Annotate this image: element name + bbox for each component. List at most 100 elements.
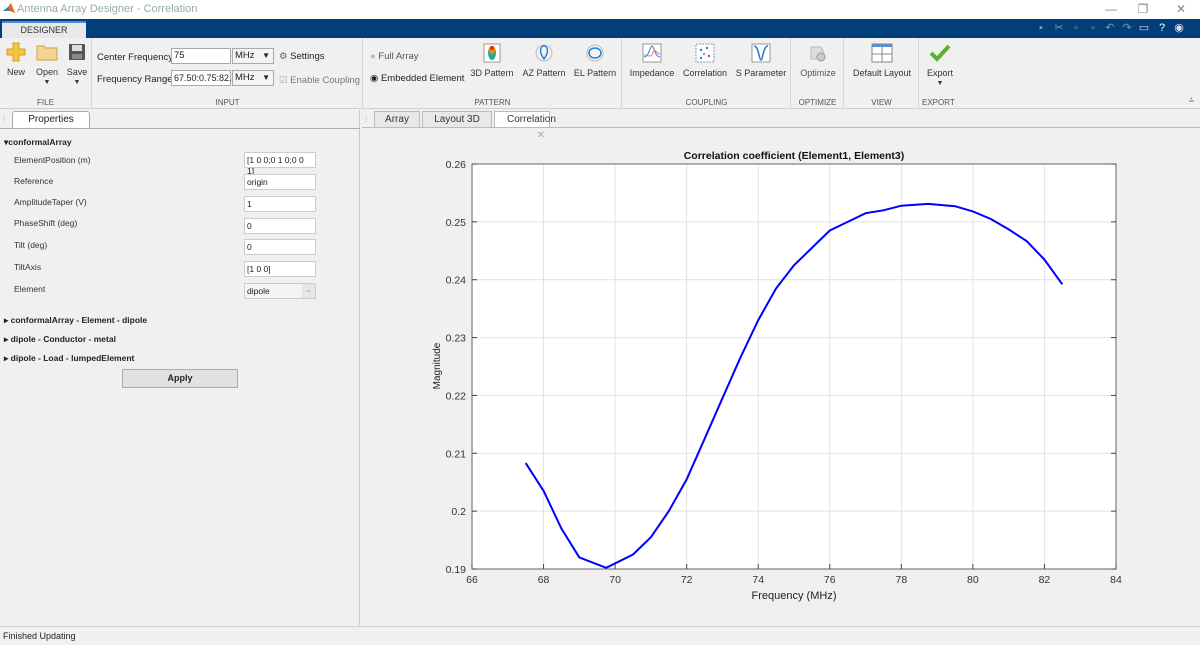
correlation-icon <box>694 42 716 64</box>
drag-handle-icon[interactable]: ⁞ <box>365 114 368 124</box>
optimize-button[interactable]: Optimize <box>795 42 841 78</box>
amplitude-taper-input[interactable]: 1 <box>244 196 316 212</box>
correlation-button[interactable]: Correlation <box>680 42 730 78</box>
checkbox-icon: ☑ <box>279 75 288 86</box>
cut-icon[interactable]: ✂ <box>1052 21 1066 35</box>
prop-label-phase-shift: PhaseShift (deg) <box>14 218 78 228</box>
y-axis-label: Magnitude <box>432 342 443 389</box>
tab-properties[interactable]: Properties <box>12 111 90 128</box>
group-conductor-metal[interactable]: ▸ dipole - Conductor - metal <box>4 334 116 345</box>
close-button[interactable]: ✕ <box>1166 1 1196 18</box>
new-button[interactable]: New <box>4 41 28 77</box>
tab-layout-3d[interactable]: Layout 3D <box>422 111 492 128</box>
window-title: Antenna Array Designer - Correlation <box>17 3 198 15</box>
s-parameter-button[interactable]: S Parameter <box>733 42 789 78</box>
impedance-button[interactable]: Impedance <box>626 42 678 78</box>
y-tick-label: 0.25 <box>446 217 467 229</box>
center-frequency-label: Center Frequency <box>97 52 174 63</box>
radio-full-array[interactable]: ● Full Array <box>370 51 419 62</box>
optimize-section: Optimize OPTIMIZE <box>792 38 844 109</box>
collapse-ribbon-icon[interactable]: ⩮ <box>1189 95 1194 106</box>
open-folder-icon <box>36 41 58 63</box>
tab-array[interactable]: Array <box>374 111 420 128</box>
undo-icon[interactable]: ↶ <box>1103 21 1117 35</box>
settings-button[interactable]: ⚙ Settings <box>279 51 325 62</box>
x-tick-label: 72 <box>681 574 693 586</box>
enable-coupling-checkbox[interactable]: ☑ Enable Coupling <box>279 75 360 86</box>
default-layout-button[interactable]: Default Layout <box>848 42 916 78</box>
prop-label-element: Element <box>14 284 46 294</box>
s-parameter-icon <box>750 42 772 64</box>
options-icon[interactable]: ◉ <box>1172 21 1186 35</box>
status-bar: Finished Updating <box>0 626 1200 645</box>
chevron-down-icon: ⌄ <box>302 284 315 298</box>
center-frequency-unit-select[interactable]: MHz ▼ <box>232 48 274 64</box>
x-axis-label: Frequency (MHz) <box>752 590 837 602</box>
radio-selected-icon: ◉ <box>370 73 379 84</box>
tilt-axis-input[interactable]: [1 0 0] <box>244 261 316 277</box>
help-icon[interactable]: ? <box>1155 21 1169 35</box>
element-select[interactable]: dipole ⌄ <box>244 283 316 299</box>
section-label-optimize: OPTIMIZE <box>798 98 837 107</box>
properties-panel: ⁞ Properties ▾conformalArray ElementPosi… <box>0 110 360 625</box>
tab-designer[interactable]: DESIGNER <box>2 21 86 38</box>
impedance-icon <box>641 42 663 64</box>
minimize-button[interactable]: — <box>1096 1 1126 18</box>
save-button[interactable]: Save ▼ <box>64 41 90 86</box>
layout-icon[interactable]: ▭ <box>1137 21 1151 35</box>
section-label-file: FILE <box>37 98 54 107</box>
open-button[interactable]: Open ▼ <box>33 41 61 86</box>
el-pattern-button[interactable]: EL Pattern <box>571 42 619 78</box>
x-tick-label: 74 <box>752 574 764 586</box>
element-position-input[interactable]: [1 0 0;0 1 0;0 0 1] <box>244 152 316 176</box>
drag-handle-icon[interactable]: ⁞ <box>3 114 6 124</box>
section-label-input: INPUT <box>215 98 240 107</box>
group-conformal-array[interactable]: ▾conformalArray <box>4 137 72 148</box>
reference-input[interactable]: origin <box>244 174 316 190</box>
y-tick-label: 0.24 <box>446 275 467 287</box>
x-tick-label: 84 <box>1110 574 1122 586</box>
group-element-dipole[interactable]: ▸ conformalArray - Element - dipole <box>4 315 147 326</box>
x-tick-label: 78 <box>895 574 907 586</box>
chart-title: Correlation coefficient (Element1, Eleme… <box>684 150 905 162</box>
y-tick-label: 0.2 <box>451 506 466 518</box>
x-tick-label: 80 <box>967 574 979 586</box>
redo-icon[interactable]: ↷ <box>1120 21 1134 35</box>
frequency-range-label: Frequency Range <box>97 74 173 85</box>
prop-label-tilt: Tilt (deg) <box>14 240 48 250</box>
ribbon: New Open ▼ Save ▼ FILE Center Frequency … <box>0 38 1200 109</box>
tilt-input[interactable]: 0 <box>244 239 316 255</box>
correlation-chart: 66 68 70 72 74 76 78 80 82 84 0.19 0.2 0.21 0.22 0.23 0… <box>432 150 1122 602</box>
phase-shift-input[interactable]: 0 <box>244 218 316 234</box>
tab-correlation[interactable]: Correlation ✕ <box>494 111 556 141</box>
paste-icon[interactable]: ▫ <box>1086 21 1100 35</box>
apply-button[interactable]: Apply <box>122 369 238 388</box>
export-button[interactable]: Export ▼ <box>922 42 958 87</box>
toolstrip-tabbar: DESIGNER ▪ ✂ ▫ ▫ ↶ ↷ ▭ ? ◉ <box>0 19 1200 38</box>
az-pattern-button[interactable]: AZ Pattern <box>519 42 569 78</box>
collapsed-triangle-icon: ▸ <box>4 353 11 363</box>
az-pattern-icon <box>533 42 555 64</box>
section-label-coupling: COUPLING <box>685 98 728 107</box>
y-tick-label: 0.19 <box>446 564 467 576</box>
frequency-range-input[interactable]: 67.50:0.75:82.5 <box>171 70 237 86</box>
y-tick-label: 0.26 <box>446 159 467 171</box>
section-label-export: EXPORT <box>922 98 955 107</box>
restore-button[interactable]: ❐ <box>1128 1 1158 18</box>
new-plus-icon <box>5 41 27 63</box>
prop-label-amplitude-taper: AmplitudeTaper (V) <box>14 197 87 207</box>
section-label-pattern: PATTERN <box>474 98 511 107</box>
copy-icon[interactable]: ▫ <box>1069 21 1083 35</box>
frequency-range-unit-select[interactable]: MHz ▼ <box>232 70 274 86</box>
input-section: Center Frequency 75 MHz ▼ ⚙ Settings Freq… <box>93 38 363 109</box>
save-icon[interactable]: ▪ <box>1034 21 1048 35</box>
coupling-section: Impedance Correlation S Parameter COUPLI… <box>623 38 791 109</box>
radio-unselected-icon: ● <box>370 51 376 62</box>
y-tick-label: 0.21 <box>446 448 467 460</box>
group-load-lumped-element[interactable]: ▸ dipole - Load - lumpedElement <box>4 353 134 364</box>
document-panel: ⁞ Array Layout 3D Correlation ✕ 66 68 70 72 7… <box>362 110 1200 625</box>
center-frequency-input[interactable]: 75 <box>171 48 231 64</box>
view-section: Default Layout VIEW <box>845 38 919 109</box>
radio-embedded-element[interactable]: ◉ Embedded Element <box>370 73 464 84</box>
3d-pattern-button[interactable]: 3D Pattern <box>468 42 516 78</box>
